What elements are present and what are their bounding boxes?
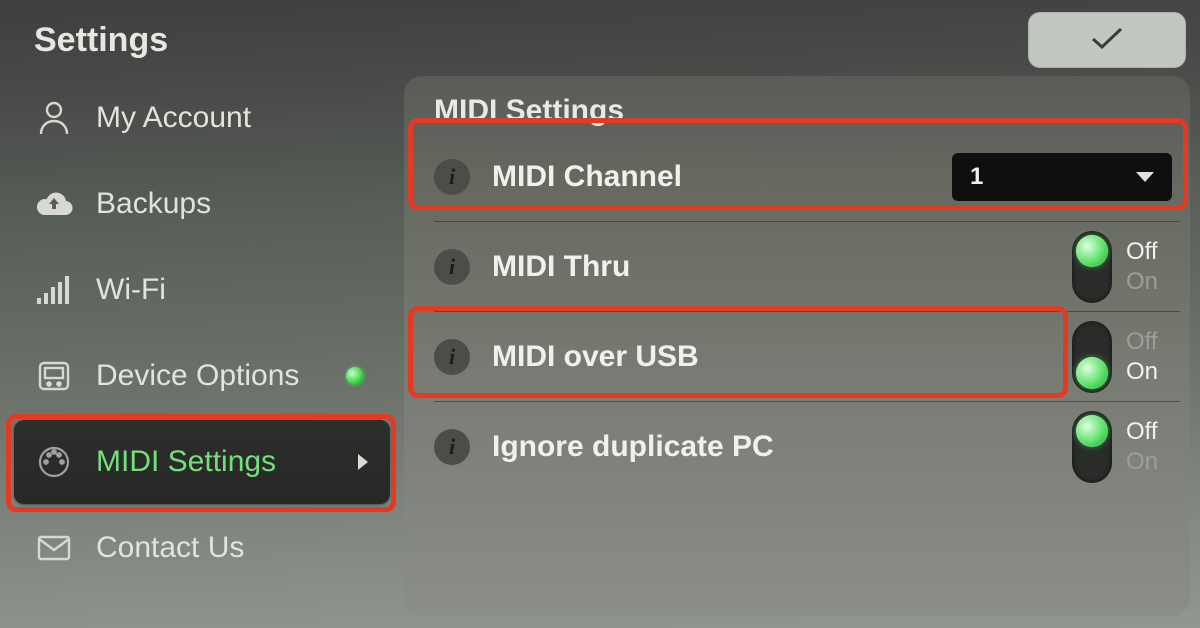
ignore-duplicate-pc-toggle[interactable] — [1072, 411, 1112, 483]
setting-row-ignore-duplicate-pc: i Ignore duplicate PC Off On — [434, 402, 1180, 492]
toggle-knob-icon — [1076, 415, 1108, 447]
indicator-dot-icon — [346, 367, 364, 385]
toggle-off-label: Off — [1126, 237, 1172, 267]
toggle-wrap: Off On — [1072, 321, 1172, 393]
cloud-icon — [34, 184, 74, 224]
sidebar-item-device-options[interactable]: Device Options — [14, 334, 390, 418]
info-icon[interactable]: i — [434, 249, 470, 285]
sidebar-item-label: My Account — [96, 101, 370, 135]
page-title: Settings — [14, 21, 168, 60]
setting-row-midi-thru: i MIDI Thru Off On — [434, 222, 1180, 312]
toggle-knob-icon — [1076, 235, 1108, 267]
toggle-off-label: Off — [1126, 417, 1172, 447]
midi-port-icon — [34, 442, 74, 482]
dropdown-value: 1 — [970, 163, 983, 191]
setting-label: Ignore duplicate PC — [492, 430, 1072, 464]
setting-label: MIDI Thru — [492, 250, 1072, 284]
toggle-on-label: On — [1126, 357, 1172, 387]
setting-row-midi-over-usb: i MIDI over USB Off On — [434, 312, 1180, 402]
main-panel: MIDI Settings i MIDI Channel 1 i MIDI Th… — [404, 76, 1190, 616]
setting-label: MIDI over USB — [492, 340, 1072, 374]
toggle-on-label: On — [1126, 267, 1172, 297]
toggle-wrap: Off On — [1072, 231, 1172, 303]
confirm-button[interactable] — [1028, 12, 1186, 68]
envelope-icon — [34, 528, 74, 568]
sidebar-item-label: MIDI Settings — [96, 445, 358, 479]
sidebar-item-label: Wi-Fi — [96, 273, 370, 307]
chevron-down-icon — [1136, 172, 1154, 182]
sidebar-item-label: Contact Us — [96, 531, 370, 565]
sidebar-item-label: Backups — [96, 187, 370, 221]
info-icon[interactable]: i — [434, 339, 470, 375]
toggle-state-labels: Off On — [1126, 417, 1172, 477]
person-icon — [34, 98, 74, 138]
device-icon — [34, 356, 74, 396]
wifi-bars-icon — [34, 270, 74, 310]
header: Settings — [14, 12, 1190, 68]
sidebar-item-contact-us[interactable]: Contact Us — [14, 506, 390, 590]
sidebar-item-label: Device Options — [96, 359, 346, 393]
toggle-wrap: Off On — [1072, 411, 1172, 483]
midi-channel-dropdown[interactable]: 1 — [952, 153, 1172, 201]
setting-label: MIDI Channel — [492, 160, 952, 194]
midi-over-usb-toggle[interactable] — [1072, 321, 1112, 393]
sidebar-item-wifi[interactable]: Wi-Fi — [14, 248, 390, 332]
sidebar-item-my-account[interactable]: My Account — [14, 76, 390, 160]
main-panel-title: MIDI Settings — [434, 94, 1180, 128]
sidebar: My Account Backups — [14, 76, 394, 616]
info-icon[interactable]: i — [434, 429, 470, 465]
toggle-knob-icon — [1076, 357, 1108, 389]
chevron-right-icon — [358, 454, 368, 470]
settings-screen: Settings My Account — [0, 0, 1200, 628]
sidebar-item-midi-settings[interactable]: MIDI Settings — [14, 420, 390, 504]
toggle-on-label: On — [1126, 447, 1172, 477]
toggle-off-label: Off — [1126, 327, 1172, 357]
info-icon[interactable]: i — [434, 159, 470, 195]
midi-thru-toggle[interactable] — [1072, 231, 1112, 303]
toggle-state-labels: Off On — [1126, 327, 1172, 387]
sidebar-item-backups[interactable]: Backups — [14, 162, 390, 246]
check-icon — [1087, 24, 1127, 57]
setting-row-midi-channel: i MIDI Channel 1 — [434, 132, 1180, 222]
toggle-state-labels: Off On — [1126, 237, 1172, 297]
body: My Account Backups — [14, 76, 1190, 616]
